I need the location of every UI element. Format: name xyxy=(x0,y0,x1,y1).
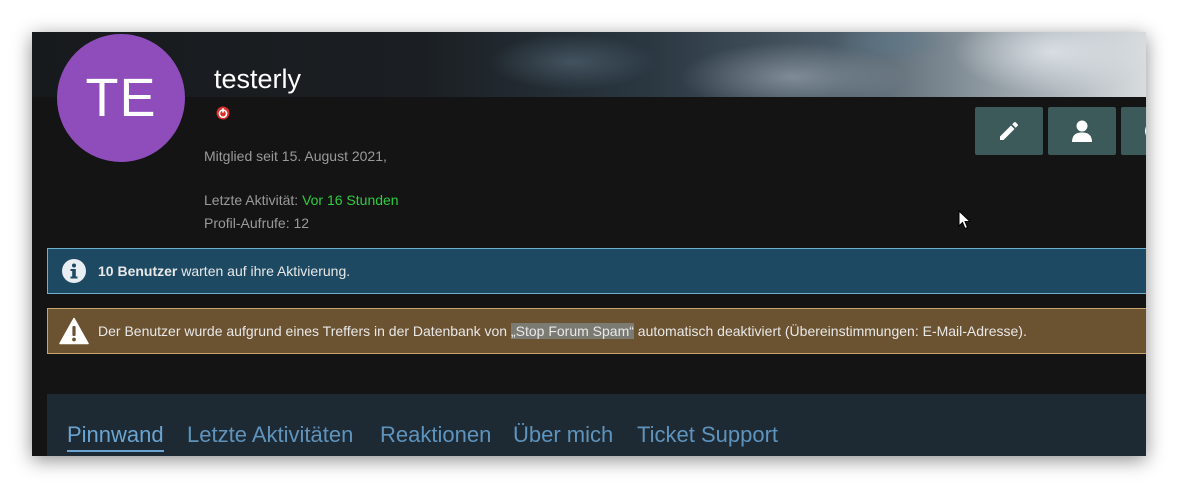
spam-warning-notice: Der Benutzer wurde aufgrund eines Treffe… xyxy=(47,308,1146,354)
tab-ueber-mich[interactable]: Über mich xyxy=(513,422,613,448)
last-activity-value: Vor 16 Stunden xyxy=(302,192,399,208)
tab-reaktionen[interactable]: Reaktionen xyxy=(380,422,491,448)
tab-letzte-aktivitaeten[interactable]: Letzte Aktivitäten xyxy=(187,422,353,448)
edit-button[interactable] xyxy=(975,107,1043,155)
activation-message: warten auf ihre Aktivierung. xyxy=(177,263,351,279)
tab-ticket-support[interactable]: Ticket Support xyxy=(637,422,778,448)
info-icon xyxy=(59,256,89,286)
profile-tabs: Pinnwand Letzte Aktivitäten Reaktionen Ü… xyxy=(47,394,1146,456)
avatar-initials: TE xyxy=(85,68,157,128)
stop-forum-spam-link[interactable]: „Stop Forum Spam“ xyxy=(510,323,634,339)
user-profile-button[interactable] xyxy=(1048,107,1116,155)
warning-text-after: automatisch deaktiviert (Übereinstimmung… xyxy=(633,323,1027,339)
tab-pinnwand[interactable]: Pinnwand xyxy=(67,422,164,452)
pencil-icon xyxy=(1000,122,1018,140)
member-since: Mitglied seit 15. August 2021, xyxy=(204,148,387,164)
offline-status-icon xyxy=(216,106,230,120)
user-icon xyxy=(1072,120,1092,142)
warning-text-before: Der Benutzer wurde aufgrund eines Treffe… xyxy=(98,323,511,339)
more-icon xyxy=(1145,126,1146,136)
activation-count[interactable]: 10 Benutzer xyxy=(98,263,177,279)
activation-notice-text[interactable]: 10 Benutzer warten auf ihre Aktivierung. xyxy=(98,263,350,279)
more-button[interactable] xyxy=(1121,107,1146,155)
last-activity: Letzte Aktivität: Vor 16 Stunden xyxy=(204,192,399,208)
avatar[interactable]: TE xyxy=(57,34,185,162)
profile-views: Profil-Aufrufe: 12 xyxy=(204,215,310,231)
last-activity-label: Letzte Aktivität: xyxy=(204,192,299,208)
username: testerly xyxy=(214,64,302,94)
cover-image xyxy=(32,32,1146,97)
spam-warning-text: Der Benutzer wurde aufgrund eines Treffe… xyxy=(98,323,1027,339)
activation-notice: 10 Benutzer warten auf ihre Aktivierung. xyxy=(47,248,1146,294)
warning-icon xyxy=(59,316,89,346)
mouse-cursor-icon xyxy=(958,210,972,230)
profile-page: TE testerly Mitglied seit 15. August 202… xyxy=(32,32,1146,456)
